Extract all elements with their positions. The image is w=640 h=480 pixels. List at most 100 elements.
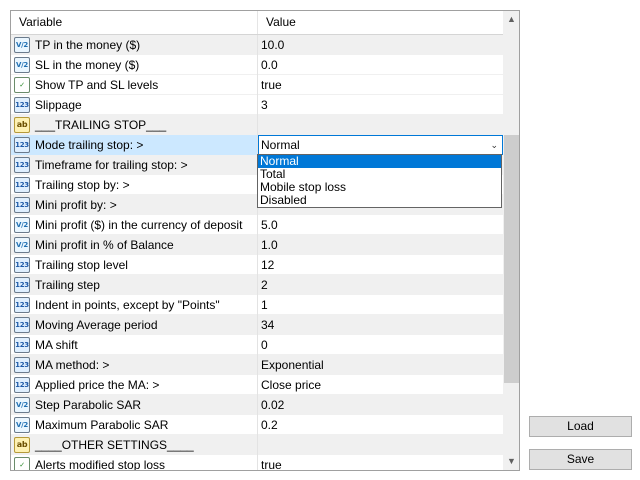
variable-cell-timeframe-for-trailing-stop[interactable]: 123 Timeframe for trailing stop: >: [11, 155, 258, 175]
variable-cell-mini-profit-in-the-currency-of-deposit[interactable]: V/2 Mini profit ($) in the currency of de…: [11, 215, 258, 235]
variable-name: MA method: >: [35, 358, 110, 372]
value-cell-mini-profit-in-the-currency-of-deposit[interactable]: 5.0: [258, 215, 503, 235]
value-cell-ma-method[interactable]: Exponential: [258, 355, 503, 375]
variable-name: Trailing stop by: >: [35, 178, 130, 192]
variable-cell-tp-in-the-money[interactable]: V/2 TP in the money ($): [11, 35, 258, 55]
variable-name: Moving Average period: [35, 318, 158, 332]
variable-cell-maximum-parabolic-sar[interactable]: V/2 Maximum Parabolic SAR: [11, 415, 258, 435]
variable-cell-trailing-stop-level[interactable]: 123 Trailing stop level: [11, 255, 258, 275]
value-cell-slippage[interactable]: 3: [258, 95, 503, 115]
integer-type-icon: 123: [14, 197, 30, 213]
variable-name: ___TRAILING STOP___: [35, 118, 167, 132]
mode-trailing-stop-select[interactable]: Normal ⌄: [258, 135, 503, 155]
value-cell-other-settings: [258, 435, 503, 455]
value-cell-maximum-parabolic-sar[interactable]: 0.2: [258, 415, 503, 435]
variable-cell-show-tp-and-sl-levels[interactable]: ✓ Show TP and SL levels: [11, 75, 258, 95]
variable-cell-indent-in-points-except-by-points[interactable]: 123 Indent in points, except by "Points": [11, 295, 258, 315]
variable-name: Trailing stop level: [35, 258, 128, 272]
value-cell-step-parabolic-sar[interactable]: 0.02: [258, 395, 503, 415]
table-row[interactable]: 123 Trailing stop level 12: [11, 255, 503, 275]
variable-cell-mode-trailing-stop[interactable]: 123 Mode trailing stop: >: [11, 135, 258, 155]
bool-type-icon: ✓: [14, 457, 30, 470]
variable-cell-ma-method[interactable]: 123 MA method: >: [11, 355, 258, 375]
variable-cell-moving-average-period[interactable]: 123 Moving Average period: [11, 315, 258, 335]
variable-cell-mini-profit-by[interactable]: 123 Mini profit by: >: [11, 195, 258, 215]
variable-cell-other-settings[interactable]: ab ____OTHER SETTINGS____: [11, 435, 258, 455]
variable-name: Timeframe for trailing stop: >: [35, 158, 188, 172]
value-cell-sl-in-the-money[interactable]: 0.0: [258, 55, 503, 75]
double-type-icon: V/2: [14, 237, 30, 253]
save-button[interactable]: Save: [529, 449, 632, 470]
table-row[interactable]: V/2 TP in the money ($) 10.0: [11, 35, 503, 55]
value-cell-indent-in-points-except-by-points[interactable]: 1: [258, 295, 503, 315]
integer-type-icon: 123: [14, 177, 30, 193]
integer-type-icon: 123: [14, 297, 30, 313]
column-header-variable[interactable]: Variable: [11, 11, 258, 34]
double-type-icon: V/2: [14, 37, 30, 53]
value-cell-mini-profit-in-of-balance[interactable]: 1.0: [258, 235, 503, 255]
table-row[interactable]: V/2 Mini profit ($) in the currency of de…: [11, 215, 503, 235]
scroll-up-icon[interactable]: ▲: [503, 11, 519, 28]
value-cell-trailing-stop: [258, 115, 503, 135]
variable-cell-trailing-stop[interactable]: ab ___TRAILING STOP___: [11, 115, 258, 135]
mode-trailing-stop-dropdown: Normal Total Mobile stop loss Disabled: [257, 154, 502, 208]
variable-cell-slippage[interactable]: 123 Slippage: [11, 95, 258, 115]
value-cell-moving-average-period[interactable]: 34: [258, 315, 503, 335]
table-row[interactable]: 123 Slippage 3: [11, 95, 503, 115]
section-header-row[interactable]: ab ____OTHER SETTINGS____: [11, 435, 503, 455]
integer-type-icon: 123: [14, 377, 30, 393]
value-cell-applied-price-the-ma[interactable]: Close price: [258, 375, 503, 395]
table-row[interactable]: 123 Indent in points, except by "Points" 1: [11, 295, 503, 315]
variable-name: Trailing step: [35, 278, 100, 292]
table-row[interactable]: V/2 Mini profit in % of Balance 1.0: [11, 235, 503, 255]
chevron-down-icon[interactable]: ⌄: [490, 136, 498, 154]
value-cell-alerts-modified-stop-loss[interactable]: true: [258, 455, 503, 470]
variable-name: Mini profit ($) in the currency of depos…: [35, 218, 243, 232]
integer-type-icon: 123: [14, 97, 30, 113]
variable-cell-trailing-step[interactable]: 123 Trailing step: [11, 275, 258, 295]
vertical-scrollbar[interactable]: ▲ ▼: [503, 11, 519, 470]
variable-name: Step Parabolic SAR: [35, 398, 142, 412]
scroll-down-icon[interactable]: ▼: [503, 453, 519, 470]
table-row[interactable]: 123 Mode trailing stop: > Normal ⌄: [11, 135, 503, 155]
double-type-icon: V/2: [14, 57, 30, 73]
table-row[interactable]: ✓ Alerts modified stop loss true: [11, 455, 503, 471]
variable-name: Mode trailing stop: >: [35, 138, 144, 152]
table-row[interactable]: V/2 SL in the money ($) 0.0: [11, 55, 503, 75]
integer-type-icon: 123: [14, 277, 30, 293]
dropdown-option-disabled[interactable]: Disabled: [258, 194, 501, 207]
table-row[interactable]: V/2 Step Parabolic SAR 0.02: [11, 395, 503, 415]
variable-cell-applied-price-the-ma[interactable]: 123 Applied price the MA: >: [11, 375, 258, 395]
load-button[interactable]: Load: [529, 416, 632, 437]
value-cell-show-tp-and-sl-levels[interactable]: true: [258, 75, 503, 95]
table-row[interactable]: 123 MA method: > Exponential: [11, 355, 503, 375]
table-row[interactable]: 123 MA shift 0: [11, 335, 503, 355]
table-row[interactable]: 123 Trailing step 2: [11, 275, 503, 295]
section-header-row[interactable]: ab ___TRAILING STOP___: [11, 115, 503, 135]
select-value: Normal: [261, 138, 300, 152]
variable-name: Alerts modified stop loss: [35, 458, 166, 471]
dropdown-option-normal[interactable]: Normal: [258, 155, 501, 168]
variable-cell-sl-in-the-money[interactable]: V/2 SL in the money ($): [11, 55, 258, 75]
scroll-thumb[interactable]: [504, 135, 519, 383]
variable-cell-ma-shift[interactable]: 123 MA shift: [11, 335, 258, 355]
grid-rows: V/2 TP in the money ($) 10.0 V/2 SL in the m…: [11, 35, 503, 471]
integer-type-icon: 123: [14, 357, 30, 373]
value-cell-ma-shift[interactable]: 0: [258, 335, 503, 355]
value-cell-tp-in-the-money[interactable]: 10.0: [258, 35, 503, 55]
table-row[interactable]: 123 Applied price the MA: > Close price: [11, 375, 503, 395]
value-cell-trailing-step[interactable]: 2: [258, 275, 503, 295]
table-row[interactable]: V/2 Maximum Parabolic SAR 0.2: [11, 415, 503, 435]
table-row[interactable]: 123 Moving Average period 34: [11, 315, 503, 335]
table-row[interactable]: ✓ Show TP and SL levels true: [11, 75, 503, 95]
bool-type-icon: ✓: [14, 77, 30, 93]
variable-cell-alerts-modified-stop-loss[interactable]: ✓ Alerts modified stop loss: [11, 455, 258, 471]
column-header-value[interactable]: Value: [258, 11, 503, 34]
integer-type-icon: 123: [14, 317, 30, 333]
value-cell-trailing-stop-level[interactable]: 12: [258, 255, 503, 275]
variable-cell-trailing-stop-by[interactable]: 123 Trailing stop by: >: [11, 175, 258, 195]
string-type-icon: ab: [14, 437, 30, 453]
variable-name: Maximum Parabolic SAR: [35, 418, 169, 432]
variable-cell-step-parabolic-sar[interactable]: V/2 Step Parabolic SAR: [11, 395, 258, 415]
variable-cell-mini-profit-in-of-balance[interactable]: V/2 Mini profit in % of Balance: [11, 235, 258, 255]
